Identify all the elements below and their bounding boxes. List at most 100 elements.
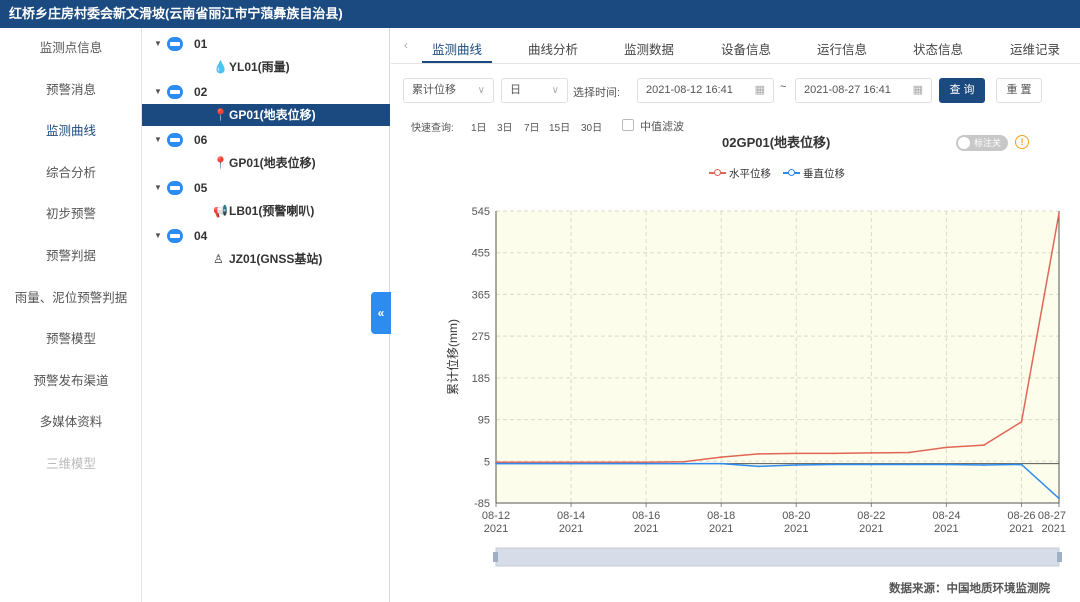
data-point — [832, 452, 835, 455]
x-tick-year: 2021 — [634, 523, 658, 535]
tree-station-node[interactable]: ▼ 02 — [142, 81, 390, 103]
tab[interactable]: 运维记录 — [1010, 39, 1060, 58]
data-point — [1020, 420, 1023, 423]
tab[interactable]: 设备信息 — [721, 39, 771, 58]
annotation-toggle-label: 标注关 — [974, 138, 1002, 148]
megaphone-icon: 📢 — [213, 204, 228, 218]
nav-item[interactable]: 综合分析 — [0, 162, 142, 181]
tree-device-node[interactable]: 📍 GP01(地表位移) — [142, 152, 390, 174]
y-axis-title: 累计位移(mm) — [445, 319, 460, 395]
gnss-station-icon: ♙ — [213, 252, 224, 266]
tree-station-node[interactable]: ▼ 06 — [142, 129, 390, 151]
quick-query-option[interactable]: 30日 — [581, 119, 602, 134]
quick-query-option[interactable]: 7日 — [524, 119, 540, 134]
nav-item[interactable]: 监测曲线 — [0, 120, 142, 139]
raindrop-icon: 💧 — [213, 60, 228, 74]
range-separator: ~ — [780, 81, 787, 93]
end-time-input[interactable]: 2021-08-27 16:41 ▦ — [795, 78, 932, 103]
caret-down-icon[interactable]: ▼ — [154, 225, 162, 247]
data-point — [570, 462, 572, 465]
legend-label: 垂直位移 — [803, 168, 845, 180]
nav-item[interactable]: 预警消息 — [0, 79, 142, 98]
tab[interactable]: 监测数据 — [624, 39, 674, 58]
caret-down-icon[interactable]: ▼ — [154, 81, 162, 103]
nav-item[interactable]: 监测点信息 — [0, 37, 142, 56]
tree-device-node[interactable]: 💧 YL01(雨量) — [142, 56, 390, 78]
nav-item[interactable]: 预警判据 — [0, 245, 142, 264]
data-point — [757, 465, 760, 468]
tree-device-node[interactable]: 📍 GP01(地表位移) — [142, 104, 390, 126]
main-panel: ‹ 监测曲线 曲线分析 监测数据 设备信息 运行信息 状态信息 运维记录 累计位移 ∨ 日 … — [391, 28, 1080, 602]
tab[interactable]: 状态信息 — [913, 39, 963, 58]
zoom-slider-handle-right — [1057, 552, 1062, 562]
station-label: 04 — [194, 229, 208, 243]
interval-select[interactable]: 日 ∨ — [501, 78, 568, 103]
data-point — [870, 452, 873, 454]
quick-query-option[interactable]: 1日 — [471, 119, 487, 134]
station-label: 06 — [194, 133, 208, 147]
annotation-toggle[interactable]: 标注关 — [956, 135, 1008, 151]
nav-item[interactable]: 多媒体资料 — [0, 411, 142, 430]
quick-query-option[interactable]: 3日 — [497, 119, 513, 134]
tab[interactable]: 曲线分析 — [528, 39, 578, 58]
tree-station-node[interactable]: ▼ 04 — [142, 225, 390, 247]
tree-device-node[interactable]: ♙ JZ01(GNSS基站) — [142, 248, 390, 270]
app-title: 红桥乡庄房村委会新文滑坡(云南省丽江市宁蒗彝族自治县) — [9, 6, 343, 21]
monitoring-station-icon — [167, 85, 183, 99]
x-tick-label: 08-27 — [1038, 510, 1066, 522]
chevron-down-icon: ∨ — [551, 85, 559, 96]
monitoring-station-icon — [167, 133, 183, 147]
toggle-knob — [958, 137, 970, 149]
quick-query-option[interactable]: 15日 — [549, 119, 570, 134]
query-button[interactable]: 查 询 — [939, 78, 985, 103]
reset-button[interactable]: 重 置 — [996, 78, 1042, 103]
info-icon[interactable]: ! — [1015, 135, 1029, 149]
nav-item[interactable]: 初步预警 — [0, 203, 142, 222]
data-point — [682, 462, 685, 465]
x-tick-year: 2021 — [709, 523, 733, 535]
location-pin-icon: 📍 — [213, 156, 228, 170]
left-nav: 监测点信息预警消息监测曲线综合分析初步预警预警判据雨量、泥位预警判据 预警模型预警… — [0, 28, 142, 602]
tree-station-node[interactable]: ▼ 05 — [142, 177, 390, 199]
metric-select-value: 累计位移 — [412, 84, 456, 96]
nav-item[interactable]: 雨量、泥位预警判据 — [0, 287, 142, 306]
data-point — [1058, 212, 1060, 215]
tab[interactable]: 监测曲线 — [432, 39, 482, 58]
device-label: LB01(预警喇叭) — [229, 204, 315, 218]
y-tick-label: 185 — [472, 373, 490, 385]
caret-down-icon[interactable]: ▼ — [154, 129, 162, 151]
x-tick-year: 2021 — [1009, 523, 1033, 535]
tree-device-node[interactable]: 📢 LB01(预警喇叭) — [142, 200, 390, 222]
caret-down-icon[interactable]: ▼ — [154, 177, 162, 199]
collapse-panel-button[interactable]: « — [371, 292, 391, 334]
time-label: 选择时间: — [573, 87, 621, 99]
data-point — [532, 461, 535, 464]
data-point — [832, 463, 835, 466]
monitoring-station-icon — [167, 229, 183, 243]
x-tick-year: 2021 — [934, 523, 958, 535]
data-point — [1058, 497, 1060, 500]
median-filter-checkbox[interactable] — [622, 119, 634, 131]
series-line-vertical-displacement — [496, 462, 1060, 499]
x-tick-label: 08-16 — [632, 510, 660, 522]
x-tick-label: 08-18 — [707, 510, 735, 522]
y-tick-label: 365 — [472, 289, 490, 301]
app-title-bar: 红桥乡庄房村委会新文滑坡(云南省丽江市宁蒗彝族自治县) — [0, 0, 1080, 28]
nav-item[interactable]: 预警模型 — [0, 328, 142, 347]
caret-down-icon[interactable]: ▼ — [154, 33, 162, 55]
data-point — [495, 462, 497, 465]
metric-select[interactable]: 累计位移 ∨ — [403, 78, 494, 103]
zoom-slider-handle-left — [493, 552, 498, 562]
device-label: YL01(雨量) — [229, 60, 290, 74]
chevron-down-icon: ∨ — [477, 85, 485, 96]
tree-station-node[interactable]: ▼ 01 — [142, 33, 390, 55]
start-time-input[interactable]: 2021-08-12 16:41 ▦ — [637, 78, 774, 103]
y-tick-label: 5 — [484, 456, 490, 468]
data-point — [1020, 463, 1023, 466]
device-label: GP01(地表位移) — [229, 108, 316, 122]
data-point — [720, 456, 723, 459]
tab[interactable]: 运行信息 — [817, 39, 867, 58]
tab-scroll-left-icon[interactable]: ‹ — [404, 38, 408, 52]
nav-item[interactable]: 预警发布渠道 — [0, 370, 142, 389]
line-chart: -8559518527536545554508-12202108-1420210… — [445, 206, 1066, 567]
